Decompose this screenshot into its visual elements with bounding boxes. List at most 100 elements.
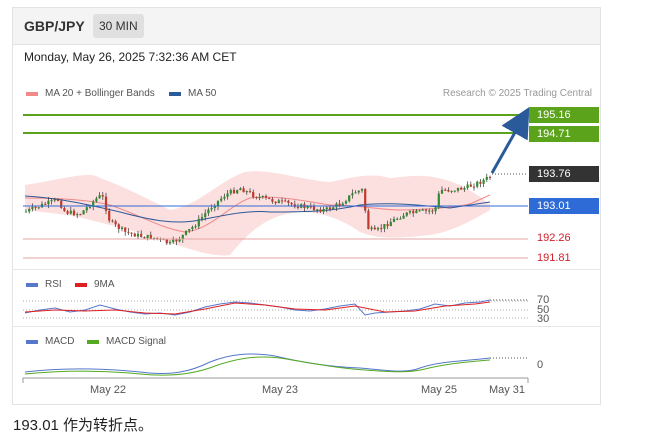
candle-body bbox=[476, 181, 479, 187]
footer-caption: 193.01 作为转折点。 bbox=[13, 417, 154, 434]
candle-body bbox=[284, 200, 287, 202]
candle-body bbox=[280, 200, 284, 202]
candle-body bbox=[200, 217, 204, 219]
candle-body bbox=[175, 239, 178, 242]
candle-body bbox=[396, 218, 399, 220]
candle-body bbox=[389, 221, 392, 227]
candle-body bbox=[236, 190, 239, 194]
candle-body bbox=[239, 188, 242, 191]
candle-body bbox=[37, 207, 40, 209]
candle-body bbox=[466, 184, 469, 189]
candle-body bbox=[72, 210, 76, 216]
candle-body bbox=[172, 239, 175, 243]
candle-body bbox=[232, 190, 236, 194]
rsi-line bbox=[24, 299, 491, 316]
candle-body bbox=[229, 190, 232, 194]
candle-body bbox=[178, 239, 181, 242]
candle-body bbox=[418, 210, 421, 212]
candle-body bbox=[415, 210, 418, 214]
candle-body bbox=[117, 224, 120, 230]
candle-body bbox=[127, 231, 130, 233]
candle-body bbox=[264, 196, 268, 198]
candle-body bbox=[143, 236, 146, 239]
candle-body bbox=[194, 226, 197, 228]
candle-body bbox=[120, 227, 124, 230]
candle-body bbox=[245, 191, 248, 193]
x-label-may31: May 31 bbox=[488, 384, 526, 396]
candle-body bbox=[405, 212, 408, 216]
candle-body bbox=[450, 190, 453, 192]
candle-body bbox=[76, 214, 79, 216]
candle-body bbox=[485, 176, 488, 180]
candle-body bbox=[47, 200, 50, 205]
candle-body bbox=[341, 203, 344, 206]
candle-body bbox=[309, 206, 312, 208]
candle-body bbox=[79, 214, 82, 216]
candle-body bbox=[319, 209, 322, 212]
candle-body bbox=[124, 227, 127, 232]
candle-body bbox=[469, 184, 472, 187]
candle-body bbox=[248, 191, 252, 193]
candle-body bbox=[434, 207, 437, 212]
candle-body bbox=[488, 176, 492, 178]
rsi-level-30-label: 30 bbox=[537, 313, 550, 325]
candle-body bbox=[277, 200, 280, 204]
macd-zero-label: 0 bbox=[537, 359, 544, 371]
candle-body bbox=[437, 193, 440, 208]
candle-body bbox=[261, 196, 264, 198]
candle-body bbox=[31, 206, 34, 210]
candle-body bbox=[216, 200, 220, 207]
candle-body bbox=[460, 187, 463, 190]
x-label-may22: May 22 bbox=[89, 384, 127, 396]
candle-body bbox=[104, 196, 108, 211]
candle-body bbox=[98, 195, 101, 199]
candle-body bbox=[348, 195, 351, 202]
candle-body bbox=[140, 233, 143, 237]
candle-body bbox=[290, 202, 293, 205]
candle-body bbox=[226, 193, 229, 197]
candle-body bbox=[223, 196, 226, 199]
candle-body bbox=[380, 227, 383, 229]
last-price-tag: 193.76 bbox=[529, 166, 599, 182]
candle-body bbox=[383, 224, 386, 229]
candle-body bbox=[114, 221, 117, 225]
candle-body bbox=[402, 215, 405, 219]
chart-canvas bbox=[22, 106, 530, 383]
candle-body bbox=[335, 203, 338, 208]
candle-body bbox=[255, 197, 258, 199]
x-label-may23: May 23 bbox=[261, 384, 299, 396]
candle-body bbox=[482, 179, 485, 184]
candle-body bbox=[56, 199, 60, 201]
candle-body bbox=[130, 232, 133, 234]
candle-body bbox=[463, 188, 466, 190]
candle-body bbox=[412, 211, 415, 214]
support-2-label: 191.81 bbox=[537, 252, 571, 264]
candle-body bbox=[191, 226, 194, 230]
candle-body bbox=[364, 189, 367, 211]
forecast-arrow bbox=[490, 106, 530, 174]
candle-body bbox=[456, 187, 460, 191]
candle-body bbox=[392, 218, 396, 222]
candle-body bbox=[447, 189, 450, 192]
candle-body bbox=[312, 206, 316, 210]
candle-body bbox=[274, 201, 277, 204]
candle-body bbox=[108, 210, 111, 221]
candle-body bbox=[360, 189, 364, 191]
candle-body bbox=[287, 200, 290, 203]
candle-body bbox=[373, 227, 376, 230]
candle-body bbox=[101, 195, 104, 197]
candle-body bbox=[351, 193, 354, 196]
candle-body bbox=[95, 198, 98, 202]
macd-signal-line bbox=[24, 356, 491, 376]
candle-body bbox=[453, 190, 456, 192]
candle-body bbox=[296, 206, 300, 208]
candle-body bbox=[149, 234, 152, 240]
candle-body bbox=[258, 196, 261, 199]
resistance-1-tag: 194.71 bbox=[529, 126, 599, 142]
candle-body bbox=[197, 218, 200, 227]
candle-body bbox=[428, 210, 431, 212]
candle-body bbox=[472, 186, 476, 188]
candle-body bbox=[252, 191, 255, 198]
candle-body bbox=[88, 206, 92, 208]
candle-body bbox=[242, 188, 245, 193]
